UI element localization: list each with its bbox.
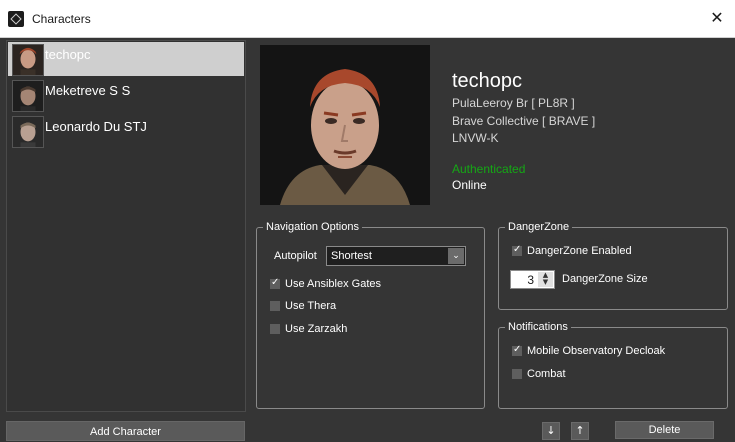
add-character-button[interactable]: Add Character: [6, 421, 245, 441]
character-avatar: [12, 116, 44, 148]
character-portrait: [260, 45, 430, 205]
move-down-button[interactable]: ↓: [542, 422, 560, 440]
dangerzone-size-value: 3: [527, 273, 534, 287]
autopilot-value: Shortest: [331, 250, 372, 262]
combat-label: Combat: [527, 368, 566, 380]
character-name: Meketreve S S: [45, 83, 131, 98]
character-list-item[interactable]: Meketreve S S: [8, 78, 244, 112]
character-list-item[interactable]: Leonardo Du STJ: [8, 114, 244, 148]
selected-character-name: techopc: [452, 70, 523, 92]
character-name: Leonardo Du STJ: [45, 119, 147, 134]
dangerzone-enabled-checkbox[interactable]: [512, 244, 522, 256]
character-name: techopc: [45, 47, 91, 62]
use-thera-label: Use Thera: [285, 300, 337, 312]
combat-checkbox[interactable]: [512, 369, 522, 379]
character-avatar: [12, 80, 44, 112]
dangerzone-size-spinbox[interactable]: 3 ▲ ▼: [510, 270, 555, 289]
dangerzone-enabled-label: DangerZone Enabled: [527, 245, 632, 257]
autopilot-label: Autopilot: [274, 250, 317, 262]
use-zarzakh-label: Use Zarzakh: [285, 323, 348, 335]
online-status: Online: [452, 178, 487, 192]
window-title: Characters: [32, 12, 91, 26]
use-ansiblex-checkbox[interactable]: [270, 277, 280, 289]
location-label: LNVW-K: [452, 131, 499, 145]
mobile-observatory-checkbox[interactable]: [512, 344, 522, 356]
move-up-button[interactable]: ↑: [571, 422, 589, 440]
delete-button[interactable]: Delete: [615, 421, 714, 439]
notifications-legend: Notifications: [508, 321, 568, 333]
character-list-item[interactable]: techopc: [8, 42, 244, 76]
spin-arrows-icon[interactable]: ▲ ▼: [538, 272, 553, 287]
corporation-label: PulaLeeroy Br [ PL8R ]: [452, 96, 575, 110]
dangerzone-legend: DangerZone: [508, 221, 570, 233]
alliance-label: Brave Collective [ BRAVE ]: [452, 114, 596, 128]
chevron-down-icon[interactable]: ⌄: [448, 248, 464, 264]
dangerzone-group: DangerZone: [498, 221, 728, 310]
title-bar: Characters ✕: [0, 0, 735, 38]
dangerzone-size-label: DangerZone Size: [562, 273, 648, 285]
close-button[interactable]: ✕: [705, 7, 729, 31]
notifications-group: Notifications: [498, 321, 728, 409]
character-list[interactable]: techopc Meketreve S S Leonardo Du STJ: [6, 40, 246, 412]
use-zarzakh-checkbox[interactable]: [270, 324, 280, 334]
navigation-options-legend: Navigation Options: [266, 221, 359, 233]
character-avatar: [12, 44, 44, 76]
auth-status: Authenticated: [452, 162, 526, 176]
mobile-observatory-label: Mobile Observatory Decloak: [527, 345, 666, 357]
app-icon: [8, 11, 24, 27]
use-ansiblex-label: Use Ansiblex Gates: [285, 278, 381, 290]
autopilot-select[interactable]: Shortest ⌄: [326, 246, 466, 266]
use-thera-checkbox[interactable]: [270, 301, 280, 311]
